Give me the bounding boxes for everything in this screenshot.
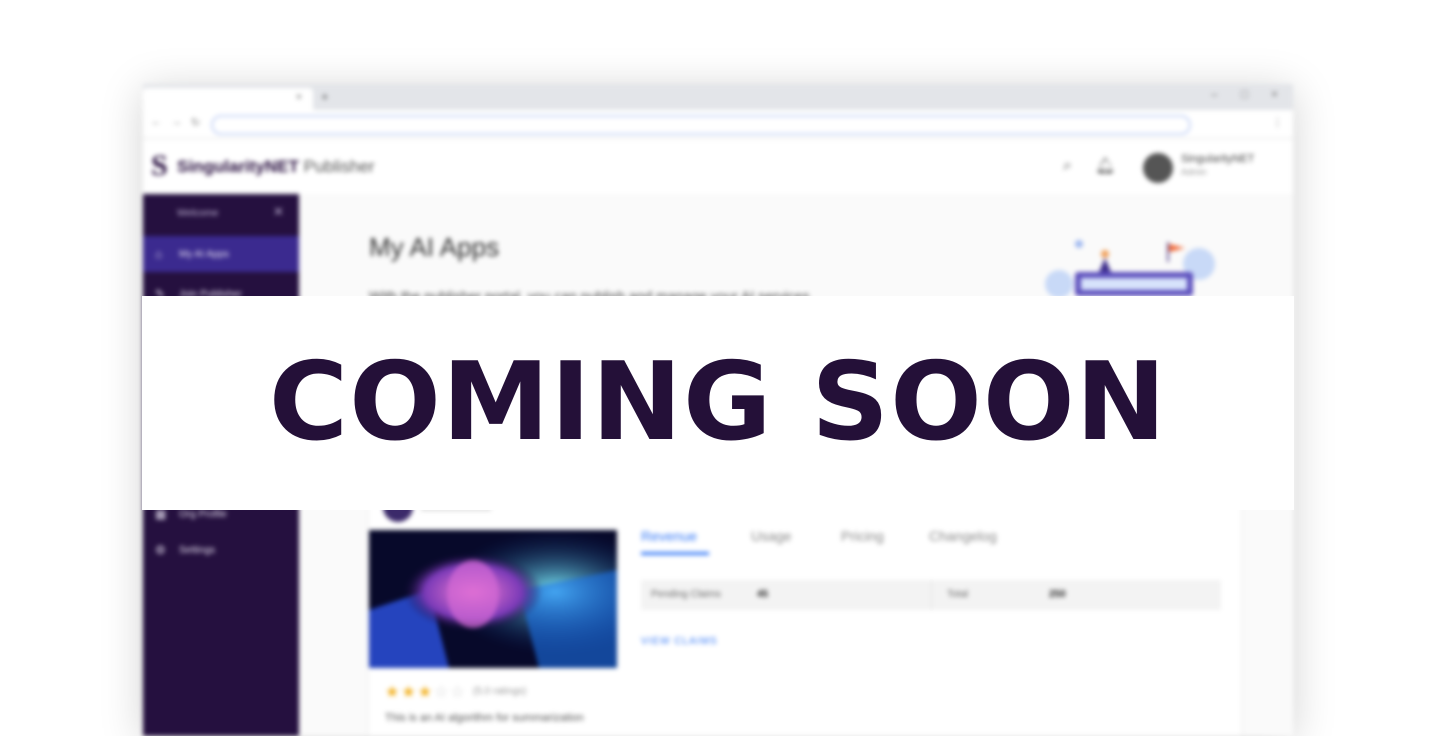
user-name: SingularityNET (1181, 153, 1255, 165)
tab-pricing[interactable]: Pricing (841, 528, 884, 544)
forward-icon[interactable]: → (171, 116, 182, 128)
pending-claims-value: 45 (757, 589, 769, 600)
screen: × + – □ × ← → ↻ ⋮ S SingularityNET Publi… (0, 0, 1434, 736)
tab-usage[interactable]: Usage (751, 528, 791, 544)
window-close-icon[interactable]: × (1271, 87, 1278, 101)
rating-count: (5.0 ratings) (473, 686, 527, 697)
total-value: 250 (1049, 589, 1066, 600)
total-label: Total (947, 589, 969, 600)
tab-close-icon[interactable]: × (296, 92, 302, 103)
reload-icon[interactable]: ↻ (191, 116, 200, 129)
coming-soon-text: COMING SOON (268, 340, 1168, 465)
stats-row: Pending Claims 45 Total 250 (641, 580, 1221, 610)
browser-tab[interactable]: × (143, 88, 313, 110)
sidebar-item-my-ai-apps[interactable]: ⌂ My AI Apps (143, 236, 299, 272)
settings-icon: ⚙ (155, 543, 166, 557)
user-role: Admin (1181, 167, 1207, 177)
star-rating: ★★★☆☆ (385, 684, 467, 701)
back-icon[interactable]: ← (151, 116, 162, 128)
app-thumbnail[interactable] (369, 530, 617, 668)
bell-icon[interactable]: 🔔︎ (1095, 156, 1115, 176)
home-icon: ⌂ (155, 247, 163, 261)
maximize-icon[interactable]: □ (1241, 87, 1248, 101)
logo-icon: S (151, 149, 168, 182)
tab-revenue[interactable]: Revenue (641, 528, 697, 544)
tab-changelog[interactable]: Changelog (929, 528, 997, 544)
logo-suffix: Publisher (303, 157, 375, 176)
app-description: This is an AI algorithm for summarizatio… (385, 712, 584, 724)
logo-text: SingularityNET Publisher (177, 157, 374, 177)
sidebar-header: Welcome (177, 208, 219, 219)
sidebar-item-label: My AI Apps (179, 249, 230, 260)
sidebar-item-label: Settings (179, 545, 216, 556)
search-icon[interactable]: ⌕ (1063, 157, 1072, 175)
app-header: S SingularityNET Publisher ⌕ 🔔︎ Singular… (143, 139, 1293, 196)
minimize-icon[interactable]: – (1211, 87, 1218, 101)
url-input[interactable] (211, 115, 1191, 135)
active-tab-indicator (641, 552, 709, 555)
ai-app-card: ★★★☆☆ (5.0 ratings) This is an AI algori… (369, 484, 1241, 736)
menu-dots-icon[interactable]: ⋮ (1272, 116, 1283, 129)
sidebar-close-icon[interactable]: ✕ (273, 204, 284, 220)
avatar[interactable] (1143, 153, 1173, 183)
new-tab-icon[interactable]: + (321, 89, 329, 104)
coming-soon-banner: COMING SOON (142, 296, 1294, 510)
sidebar-item-settings[interactable]: ⚙ Settings (143, 532, 299, 568)
page-title: My AI Apps (369, 232, 500, 262)
view-claims-button[interactable]: VIEW CLAIMS (641, 636, 718, 647)
stats-divider (931, 580, 932, 610)
pending-claims-label: Pending Claims (651, 589, 722, 600)
browser-tab-strip: × + – □ × (143, 84, 1293, 110)
logo-name: SingularityNET (177, 157, 299, 176)
sidebar-item-label: Org Profile (179, 509, 227, 520)
app-thumbnail-art (369, 530, 617, 668)
address-bar: ← → ↻ ⋮ (143, 110, 1293, 139)
